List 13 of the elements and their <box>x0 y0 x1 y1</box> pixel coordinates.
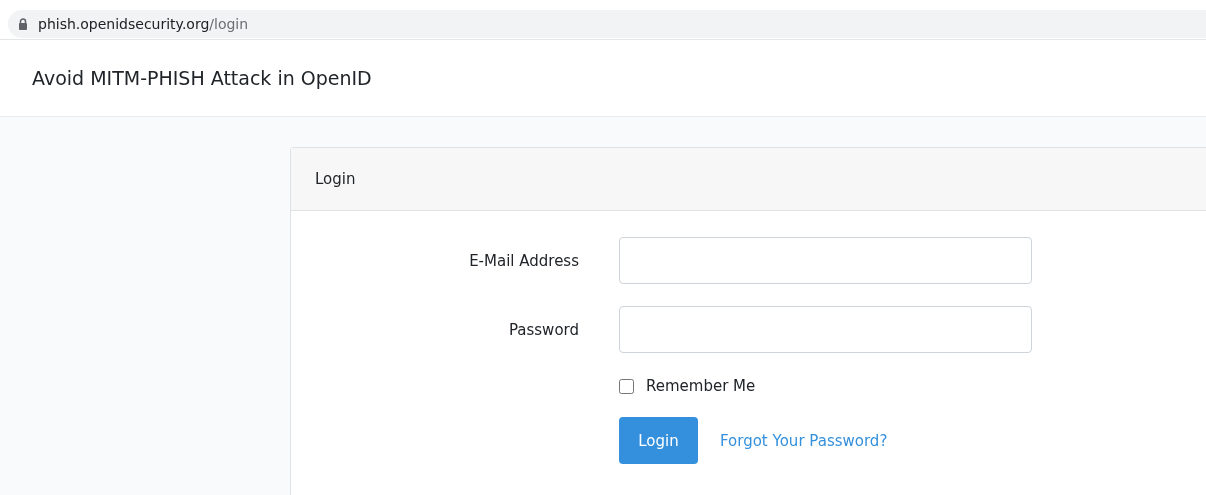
input-field[interactable] <box>619 306 1032 353</box>
forgot-password-link[interactable]: Forgot Your Password? <box>720 431 888 450</box>
url-path: /login <box>209 16 249 32</box>
field-label: Password <box>507 320 580 339</box>
input-field[interactable] <box>619 237 1032 284</box>
checkbox-label: Remember Me <box>646 377 756 395</box>
field-label: E-Mail Address <box>468 251 580 270</box>
remember-checkbox[interactable] <box>619 378 634 394</box>
site-title[interactable]: Avoid MITM-PHISH Attack in OpenID <box>32 67 372 89</box>
lock-icon <box>18 18 28 30</box>
address-bar[interactable]: phish.openidsecurity.org/login <box>8 10 1206 38</box>
url-domain: phish.openidsecurity.org <box>38 16 210 32</box>
card-title: Login <box>315 170 356 188</box>
